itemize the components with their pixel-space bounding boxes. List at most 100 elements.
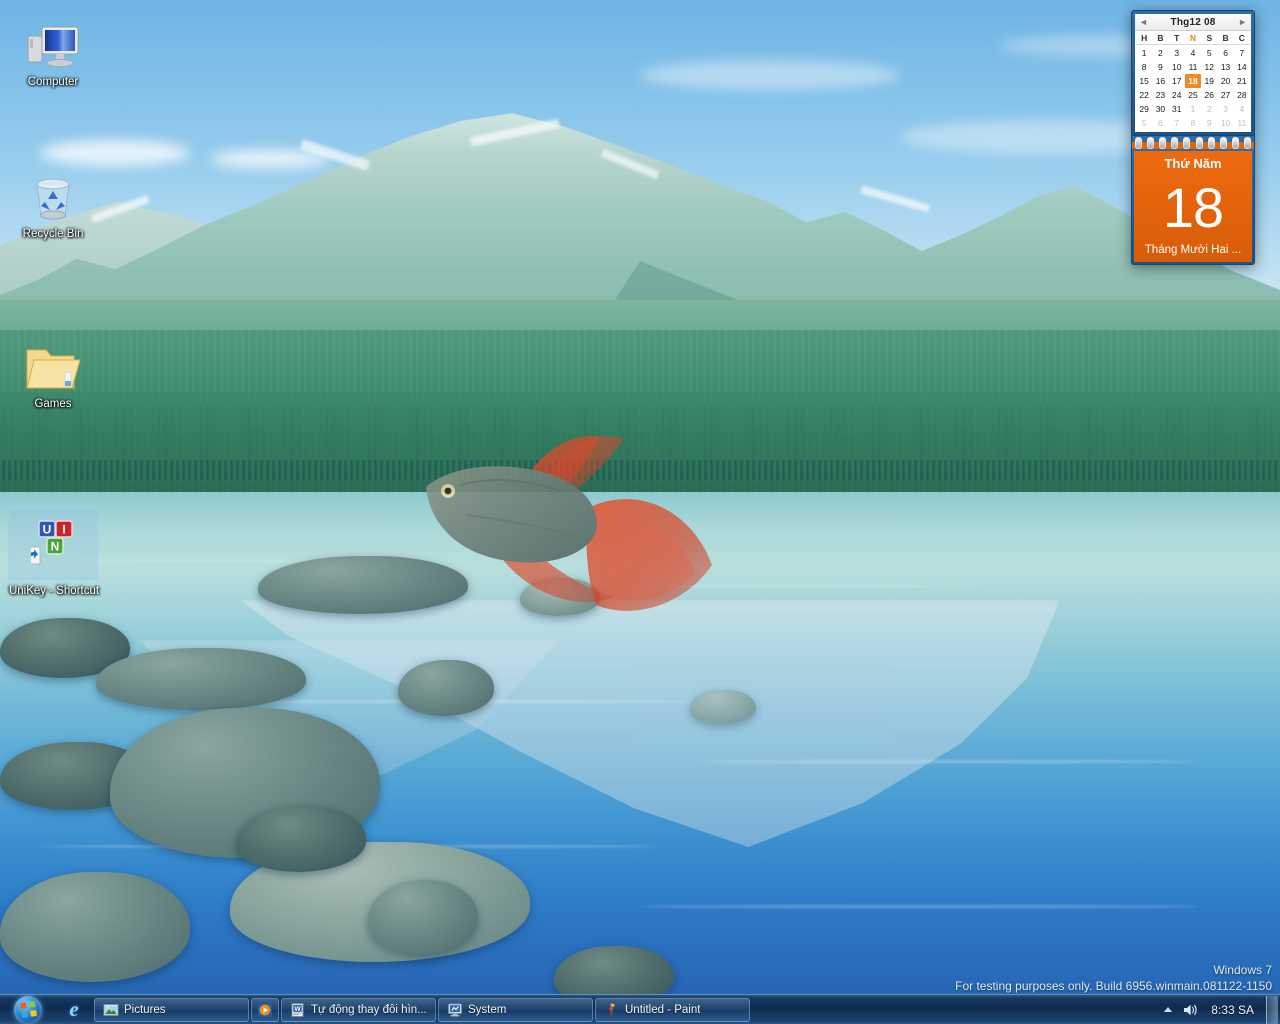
build-watermark: Windows 7 For testing purposes only. Bui…: [955, 962, 1272, 994]
rock: [398, 660, 494, 716]
recycle-bin-icon: [8, 166, 98, 224]
calendar-day[interactable]: 22: [1136, 88, 1152, 102]
cloud: [640, 60, 900, 90]
calendar-title: Thg12 08: [1170, 16, 1216, 28]
notification-area[interactable]: 8:33 SA: [1157, 995, 1280, 1024]
calendar-day-header: T: [1168, 32, 1185, 45]
calendar-day[interactable]: 3: [1217, 102, 1233, 116]
start-button[interactable]: [1, 995, 55, 1024]
calendar-day[interactable]: 16: [1152, 74, 1168, 88]
calendar-next-button[interactable]: ►: [1238, 17, 1247, 27]
watermark-line-2: For testing purposes only. Build 6956.wi…: [955, 979, 1272, 993]
taskbar-item-system[interactable]: System: [438, 997, 593, 1022]
media-player-icon: [257, 1002, 273, 1018]
calendar-day[interactable]: 23: [1152, 88, 1168, 102]
calendar-day[interactable]: 10: [1169, 60, 1185, 74]
calendar-day[interactable]: 31: [1169, 102, 1185, 116]
calendar-day[interactable]: 15: [1136, 74, 1152, 88]
calendar-day[interactable]: 7: [1169, 116, 1185, 130]
calendar-day-number: 18: [1162, 175, 1224, 239]
calendar-day-header: B: [1152, 32, 1169, 45]
desktop[interactable]: Computer Recycle Bin Games U I N UniKey …: [0, 0, 1280, 1024]
calendar-day[interactable]: 24: [1169, 88, 1185, 102]
calendar-gadget[interactable]: ◄ Thg12 08 ► HBTNSBC 1 2 3 4 5 6 7 8 9 10 11 12 13 14…: [1131, 10, 1255, 265]
chevron-up-icon: [1164, 1007, 1173, 1012]
taskbar-item-pictures[interactable]: Pictures: [94, 997, 249, 1022]
taskbar-item-label: System: [468, 1003, 507, 1016]
calendar-day[interactable]: 3: [1169, 46, 1185, 60]
calendar-day-headers: HBTNSBC: [1135, 31, 1251, 45]
desktop-icon-computer[interactable]: Computer: [8, 14, 98, 89]
calendar-month-panel[interactable]: ◄ Thg12 08 ► HBTNSBC 1 2 3 4 5 6 7 8 9 10 11 12 13 14…: [1131, 10, 1255, 136]
calendar-day[interactable]: 9: [1152, 60, 1168, 74]
taskbar-item-document[interactable]: W Tự động thay đổi hìn...: [281, 997, 436, 1022]
calendar-day[interactable]: 30: [1152, 102, 1168, 116]
unikey-icon: U I N: [9, 509, 99, 573]
calendar-day[interactable]: 29: [1136, 102, 1152, 116]
calendar-day-header: S: [1201, 32, 1218, 45]
betta-fish-overlay: [400, 415, 730, 655]
calendar-day[interactable]: 11: [1234, 116, 1250, 130]
show-hidden-icons-button[interactable]: [1157, 997, 1179, 1023]
calendar-prev-button[interactable]: ◄: [1139, 17, 1148, 27]
calendar-day[interactable]: 7: [1234, 46, 1250, 60]
desktop-icon-label: Games: [34, 398, 72, 410]
calendar-day-header: N: [1184, 32, 1202, 45]
calendar-day-header: C: [1233, 32, 1250, 45]
calendar-day[interactable]: 1: [1185, 102, 1201, 116]
cloud: [40, 140, 190, 166]
calendar-day[interactable]: 19: [1201, 74, 1217, 88]
taskbar-item-media[interactable]: [251, 997, 279, 1022]
calendar-day[interactable]: 17: [1169, 74, 1185, 88]
calendar-days-grid[interactable]: 1 2 3 4 5 6 7 8 9 10 11 12 13 14 15 16 17 18 19 20 21 22 23 24 2…: [1135, 45, 1251, 130]
calendar-day[interactable]: 6: [1152, 116, 1168, 130]
desktop-icon-label: Computer: [27, 76, 79, 88]
quicklaunch-internet-explorer[interactable]: e: [55, 995, 93, 1024]
calendar-day[interactable]: 4: [1185, 46, 1201, 60]
calendar-day[interactable]: 2: [1152, 46, 1168, 60]
desktop-icon-label: Recycle Bin: [22, 228, 84, 240]
svg-text:U: U: [43, 523, 52, 537]
calendar-day[interactable]: 8: [1136, 60, 1152, 74]
desktop-icon-unikey[interactable]: U I N UniKey - Shortcut: [8, 508, 99, 597]
calendar-day[interactable]: 5: [1136, 116, 1152, 130]
calendar-day[interactable]: 21: [1234, 74, 1250, 88]
calendar-day[interactable]: 26: [1201, 88, 1217, 102]
calendar-day[interactable]: 12: [1201, 60, 1217, 74]
calendar-weekday: Thứ Năm: [1164, 156, 1222, 171]
calendar-day[interactable]: 14: [1234, 60, 1250, 74]
taskbar[interactable]: e Pictures W Tự động thay đổi hìn... Sys…: [0, 994, 1280, 1024]
calendar-day[interactable]: 1: [1136, 46, 1152, 60]
calendar-day[interactable]: 2: [1201, 102, 1217, 116]
calendar-day[interactable]: 10: [1217, 116, 1233, 130]
system-icon: [447, 1002, 463, 1018]
calendar-day[interactable]: 25: [1185, 88, 1201, 102]
calendar-day[interactable]: 13: [1217, 60, 1233, 74]
calendar-day[interactable]: 20: [1217, 74, 1233, 88]
paint-icon: [604, 1002, 620, 1018]
calendar-day[interactable]: 8: [1185, 116, 1201, 130]
calendar-day[interactable]: 5: [1201, 46, 1217, 60]
taskbar-item-paint[interactable]: Untitled - Paint: [595, 997, 750, 1022]
internet-explorer-icon: e: [69, 997, 79, 1021]
calendar-day-panel[interactable]: Thứ Năm 18 Tháng Mười Hai ...: [1131, 149, 1255, 265]
calendar-day-today[interactable]: 18: [1184, 74, 1202, 88]
taskbar-item-label: Untitled - Paint: [625, 1003, 701, 1016]
rock: [368, 880, 478, 954]
calendar-day[interactable]: 28: [1234, 88, 1250, 102]
show-desktop-button[interactable]: [1266, 995, 1278, 1024]
volume-button[interactable]: [1179, 997, 1201, 1023]
calendar-day-header: B: [1217, 32, 1234, 45]
picture-icon: [103, 1002, 119, 1018]
clock[interactable]: 8:33 SA: [1201, 1003, 1264, 1017]
calendar-day[interactable]: 11: [1185, 60, 1201, 74]
calendar-day[interactable]: 6: [1217, 46, 1233, 60]
calendar-day[interactable]: 27: [1217, 88, 1233, 102]
calendar-day[interactable]: 9: [1201, 116, 1217, 130]
desktop-icon-label: UniKey - Shortcut: [8, 585, 100, 597]
desktop-icon-games[interactable]: Games: [8, 336, 98, 411]
watermark-line-1: Windows 7: [1213, 963, 1272, 977]
computer-icon: [8, 14, 98, 72]
calendar-day[interactable]: 4: [1234, 102, 1250, 116]
desktop-icon-recycle-bin[interactable]: Recycle Bin: [8, 166, 98, 241]
